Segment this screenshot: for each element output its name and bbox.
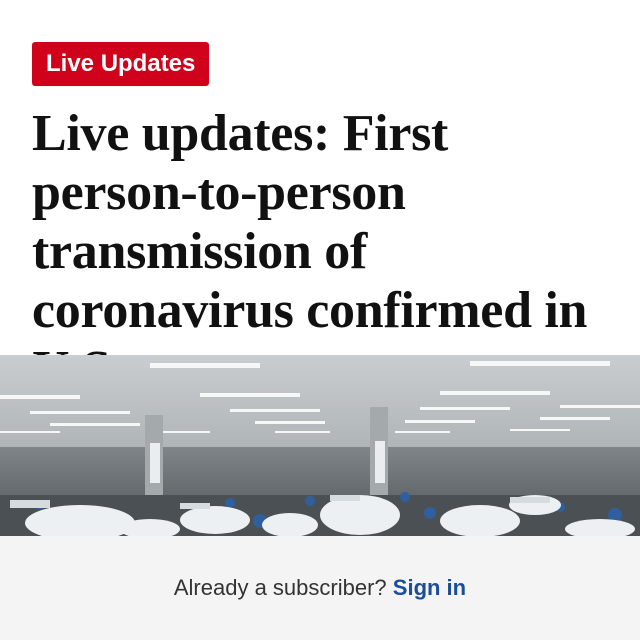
subscriber-prompt-text: Already a subscriber? [173, 575, 387, 600]
sign-in-link[interactable]: Sign in [393, 575, 466, 600]
hero-image [0, 355, 640, 536]
subscriber-prompt: Already a subscriber? Sign in [0, 572, 640, 604]
live-updates-badge[interactable]: Live Updates [32, 42, 210, 86]
